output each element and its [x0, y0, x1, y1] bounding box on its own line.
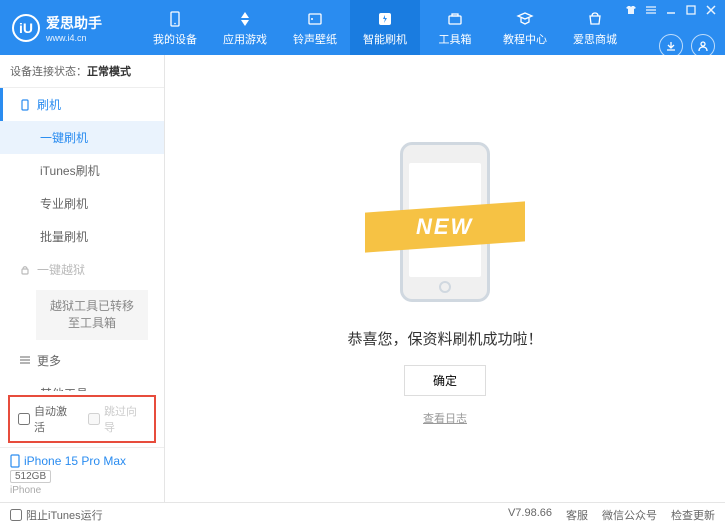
device-icon [165, 9, 185, 29]
logo-icon: iU [12, 14, 40, 42]
window-controls [625, 4, 717, 16]
sidebar-item-pro-flash[interactable]: 专业刷机 [0, 187, 164, 220]
sidebar-group-jailbreak: 一键越狱 [0, 253, 164, 286]
footer-link-support[interactable]: 客服 [566, 507, 588, 523]
app-title: 爱思助手 [46, 13, 102, 33]
tutorial-icon [515, 9, 535, 29]
nav-ringtone[interactable]: 铃声壁纸 [280, 0, 350, 55]
auto-activate-checkbox[interactable]: 自动激活 [18, 403, 76, 435]
app-url: www.i4.cn [46, 33, 102, 43]
flash-icon [375, 9, 395, 29]
sidebar: 设备连接状态：正常模式 刷机 一键刷机 iTunes刷机 专业刷机 批量刷机 一… [0, 55, 165, 502]
view-log-link[interactable]: 查看日志 [423, 410, 467, 426]
block-itunes-checkbox[interactable]: 阻止iTunes运行 [10, 507, 103, 523]
apps-icon [235, 9, 255, 29]
top-nav: 我的设备 应用游戏 铃声壁纸 智能刷机 工具箱 教程中心 爱思商城 [140, 0, 630, 55]
device-type: iPhone [10, 485, 154, 496]
download-icon[interactable] [659, 34, 683, 58]
ringtone-icon [305, 9, 325, 29]
phone-icon [10, 454, 20, 468]
nav-flash[interactable]: 智能刷机 [350, 0, 420, 55]
nav-my-device[interactable]: 我的设备 [140, 0, 210, 55]
footer-link-update[interactable]: 检查更新 [671, 507, 715, 523]
sidebar-item-onekey-flash[interactable]: 一键刷机 [0, 121, 164, 154]
connection-status: 设备连接状态：正常模式 [0, 55, 164, 88]
new-ribbon: NEW [365, 201, 525, 252]
sidebar-jailbreak-note[interactable]: 越狱工具已转移至工具箱 [36, 290, 148, 340]
header: iU 爱思助手 www.i4.cn 我的设备 应用游戏 铃声壁纸 智能刷机 工具… [0, 0, 725, 55]
more-icon [19, 354, 31, 366]
flash-group-icon [19, 99, 31, 111]
nav-tutorial[interactable]: 教程中心 [490, 0, 560, 55]
sidebar-group-flash[interactable]: 刷机 [0, 88, 164, 121]
nav-shop[interactable]: 爱思商城 [560, 0, 630, 55]
sidebar-item-batch-flash[interactable]: 批量刷机 [0, 220, 164, 253]
logo-area: iU 爱思助手 www.i4.cn [0, 13, 140, 43]
toolbox-icon [445, 9, 465, 29]
sidebar-group-more[interactable]: 更多 [0, 344, 164, 377]
footer-link-wechat[interactable]: 微信公众号 [602, 507, 657, 523]
options-highlight-box: 自动激活 跳过向导 [8, 395, 156, 443]
minimize-icon[interactable] [665, 4, 677, 16]
tshirt-icon[interactable] [625, 4, 637, 16]
sidebar-item-itunes-flash[interactable]: iTunes刷机 [0, 154, 164, 187]
user-icon[interactable] [691, 34, 715, 58]
shop-icon [585, 9, 605, 29]
nav-apps[interactable]: 应用游戏 [210, 0, 280, 55]
skip-setup-checkbox[interactable]: 跳过向导 [88, 403, 146, 435]
nav-toolbox[interactable]: 工具箱 [420, 0, 490, 55]
success-illustration: NEW [355, 132, 535, 312]
maximize-icon[interactable] [685, 4, 697, 16]
main-content: NEW 恭喜您，保资料刷机成功啦！ 确定 查看日志 [165, 55, 725, 502]
ok-button[interactable]: 确定 [404, 365, 486, 396]
footer: 阻止iTunes运行 V7.98.66 客服 微信公众号 检查更新 [0, 502, 725, 527]
device-storage: 512GB [10, 470, 51, 483]
lock-icon [19, 264, 31, 276]
device-info[interactable]: iPhone 15 Pro Max 512GB iPhone [0, 447, 164, 502]
version-label: V7.98.66 [508, 507, 552, 523]
sidebar-item-other-tools[interactable]: 其他工具 [0, 377, 164, 391]
success-message: 恭喜您，保资料刷机成功啦！ [347, 328, 542, 349]
device-name: iPhone 15 Pro Max [10, 454, 154, 468]
menu-icon[interactable] [645, 4, 657, 16]
close-icon[interactable] [705, 4, 717, 16]
